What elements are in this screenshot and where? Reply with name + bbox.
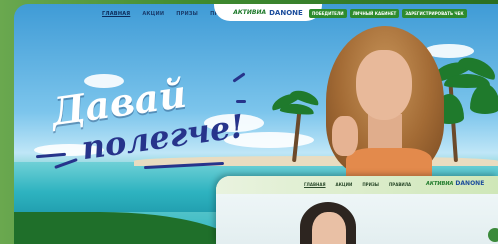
winners-button[interactable]: ПОБЕДИТЕЛИ [309,9,347,18]
nav-link-promotions[interactable]: АКЦИИ [336,182,353,187]
model-photo-face [312,212,346,244]
nav-buttons: ПОБЕДИТЕЛИ ЛИЧНЫЙ КАБИНЕТ ЗАРЕГИСТРИРОВА… [309,9,467,18]
nav-link-promotions[interactable]: АКЦИИ [142,11,164,17]
nav-link-prizes[interactable]: ПРИЗЫ [176,11,198,17]
danone-logo: DANONE [269,8,303,17]
secondary-window: ГЛАВНАЯ АКЦИИ ПРИЗЫ ПРАВИЛА АКТИВИА DANO… [216,176,498,244]
nav-link-home[interactable]: ГЛАВНАЯ [304,182,326,187]
danone-logo: DANONE [455,180,485,187]
brand-logo[interactable]: АКТИВИА DANONE [426,180,484,187]
nav-link-home[interactable]: ГЛАВНАЯ [102,11,130,17]
secondary-content [216,194,498,244]
grass-foreground [14,212,244,244]
nav-link-prizes[interactable]: ПРИЗЫ [362,182,379,187]
secondary-nav: ГЛАВНАЯ АКЦИИ ПРИЗЫ ПРАВИЛА АКТИВИА DANO… [216,176,498,194]
register-receipt-button[interactable]: ЗАРЕГИСТРИРОВАТЬ ЧЕК [402,9,467,18]
nav-link-rules[interactable]: ПРАВИЛА [389,182,411,187]
model-photo [326,26,446,188]
activia-logo: АКТИВИА [233,9,267,16]
account-button[interactable]: ЛИЧНЫЙ КАБИНЕТ [349,9,400,18]
brand-logo[interactable]: АКТИВИА DANONE [214,4,322,21]
corner-button[interactable] [488,228,498,242]
activia-logo: АКТИВИА [426,180,454,187]
decor-stroke [236,100,246,103]
